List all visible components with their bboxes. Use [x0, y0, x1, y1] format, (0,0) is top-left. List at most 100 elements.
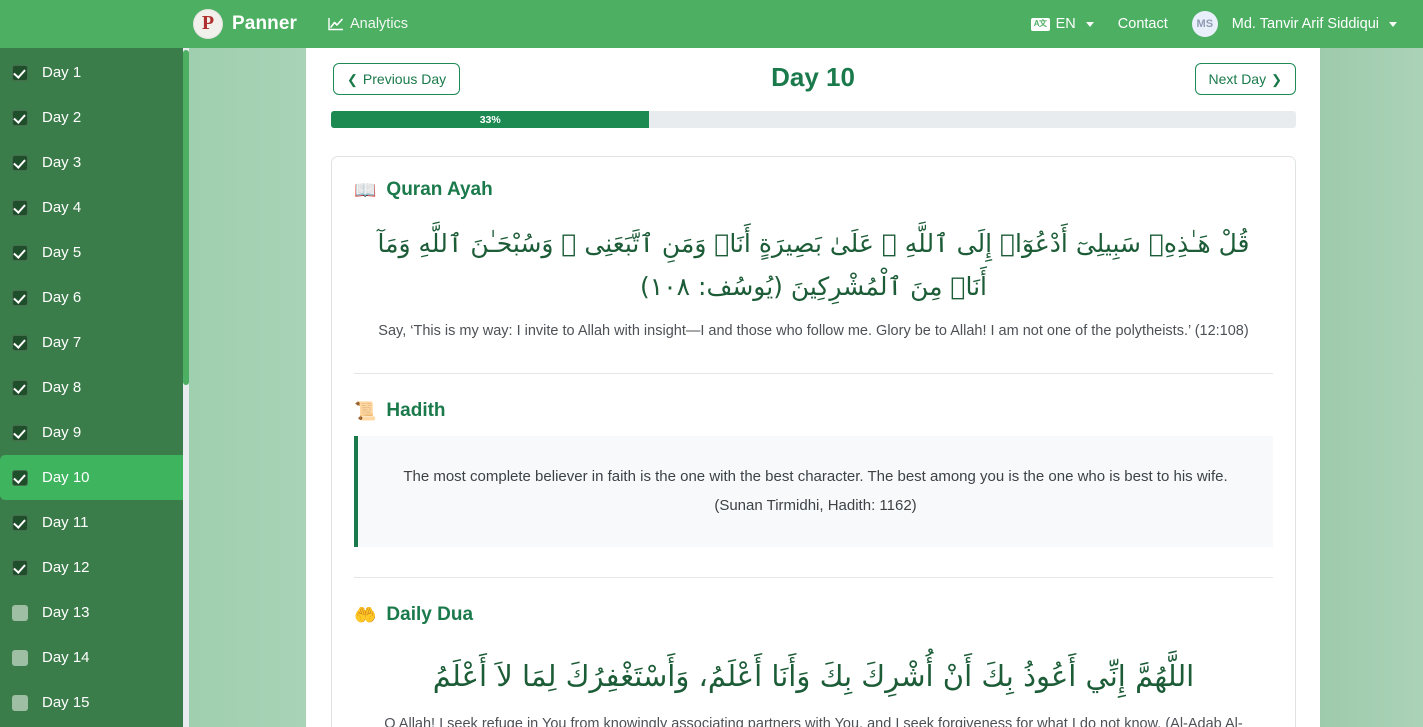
day-checkbox[interactable] — [12, 694, 28, 711]
day-checkbox[interactable] — [12, 559, 28, 576]
sidebar-item-label: Day 4 — [42, 199, 82, 216]
sidebar-item-day-5[interactable]: Day 5 — [0, 230, 189, 275]
day-checkbox[interactable] — [12, 199, 28, 216]
nav-link-analytics-label: Analytics — [350, 16, 409, 32]
section-divider — [354, 576, 1273, 578]
avatar: MS — [1191, 11, 1218, 37]
hadith-reference: (Sunan Tirmidhi, Hadith: 1162) — [714, 497, 917, 515]
day-checkbox[interactable] — [12, 109, 28, 126]
sidebar-item-day-11[interactable]: Day 11 — [0, 500, 189, 545]
sidebar-item-label: Day 8 — [42, 379, 82, 396]
sidebar-item-day-14[interactable]: Day 14 — [0, 635, 189, 680]
day-checkbox[interactable] — [12, 424, 28, 441]
day-content-card: 📖 Quran Ayah قُلْ هَـٰذِهِۦ سَبِيلِىٓ أَ… — [331, 156, 1296, 727]
next-day-button[interactable]: Next Day ❯ — [1194, 63, 1296, 95]
hadith-quote-box: The most complete believer in faith is t… — [354, 436, 1273, 547]
sidebar-item-label: Day 1 — [42, 64, 82, 81]
day-checkbox[interactable] — [12, 244, 28, 261]
sidebar-day-list: Day 1 Day 2 Day 3 Day 4 Day 5 Day 6 Day 7 Day 8… — [0, 48, 189, 725]
scroll-icon: 📜 — [354, 401, 377, 422]
quran-ayah-arabic: قُلْ هَـٰذِهِۦ سَبِيلِىٓ أَدْعُوٓا۟ إِلَ… — [377, 229, 1250, 301]
sidebar-item-label: Day 9 — [42, 424, 82, 441]
nav-link-contact[interactable]: Contact — [1106, 16, 1180, 32]
sidebar-item-label: Day 12 — [42, 559, 90, 576]
chart-line-icon — [328, 18, 344, 31]
daily-dua-arabic: اللَّهُمَّ إِنِّي أَعُوذُ بِكَ أَنْ أُشْ… — [432, 658, 1195, 693]
sidebar-item-label: Day 10 — [42, 469, 90, 486]
day-checkbox[interactable] — [12, 154, 28, 171]
quran-ayah-heading-label: Quran Ayah — [386, 179, 493, 200]
sidebar-item-day-1[interactable]: Day 1 — [0, 50, 189, 95]
sidebar-item-day-6[interactable]: Day 6 — [0, 275, 189, 320]
day-checkbox[interactable] — [12, 604, 28, 621]
day-navigation-header: ❮ Previous Day Day 10 Next Day ❯ — [306, 48, 1320, 100]
sidebar-item-label: Day 14 — [42, 649, 90, 666]
user-menu[interactable]: MS Md. Tanvir Arif Siddiqui — [1180, 11, 1409, 37]
chevron-left-icon: ❮ — [347, 71, 358, 87]
nav-link-contact-label: Contact — [1117, 16, 1168, 32]
day-checkbox[interactable] — [12, 379, 28, 396]
daily-dua-heading-label: Daily Dua — [386, 603, 474, 625]
hadith-section: 📜 Hadith The most complete believer in f… — [354, 400, 1273, 547]
sidebar-item-label: Day 6 — [42, 289, 82, 306]
hadith-text: The most complete believer in faith is t… — [403, 468, 1228, 486]
quran-ayah-heading: 📖 Quran Ayah — [354, 179, 1273, 201]
chevron-down-icon — [1085, 21, 1094, 27]
progress-percent-label: 33% — [479, 113, 501, 126]
sidebar-item-day-13[interactable]: Day 13 — [0, 590, 189, 635]
language-selector[interactable]: A文 EN — [1019, 16, 1106, 32]
sidebar-item-day-8[interactable]: Day 8 — [0, 365, 189, 410]
logo-letter: P — [201, 12, 215, 34]
daily-dua-heading: 🤲 Daily Dua — [354, 604, 1273, 626]
hadith-heading-label: Hadith — [386, 400, 446, 422]
brand-name: Panner — [232, 13, 298, 34]
language-label: EN — [1055, 16, 1076, 32]
section-divider — [354, 373, 1273, 375]
daily-dua-translation: O Allah! I seek refuge in You from knowi… — [384, 715, 1243, 727]
sidebar-item-day-7[interactable]: Day 7 — [0, 320, 189, 365]
sidebar-item-day-15[interactable]: Day 15 — [0, 680, 189, 725]
sidebar-item-label: Day 13 — [42, 604, 90, 621]
top-navbar: P Panner Analytics A文 EN Contact MS Md. … — [0, 0, 1423, 48]
nav-link-analytics[interactable]: Analytics — [328, 16, 408, 32]
chevron-right-icon: ❯ — [1271, 71, 1282, 87]
daily-dua-section: 🤲 Daily Dua اللَّهُمَّ إِنِّي أَعُوذُ بِ… — [354, 604, 1273, 727]
sidebar-item-label: Day 5 — [42, 244, 82, 261]
previous-day-button[interactable]: ❮ Previous Day — [333, 63, 461, 95]
user-name: Md. Tanvir Arif Siddiqui — [1231, 16, 1379, 32]
right-gutter — [1320, 48, 1423, 727]
left-gutter — [189, 48, 306, 727]
sidebar: Day 1 Day 2 Day 3 Day 4 Day 5 Day 6 Day 7 Day 8… — [0, 48, 189, 727]
day-checkbox[interactable] — [12, 289, 28, 306]
sidebar-item-day-10[interactable]: Day 10 — [0, 455, 189, 500]
chevron-down-icon — [1389, 21, 1397, 27]
hadith-heading: 📜 Hadith — [354, 400, 1273, 422]
sidebar-item-label: Day 3 — [42, 154, 82, 171]
progress-bar-fill: 33% — [331, 111, 650, 128]
sidebar-item-label: Day 2 — [42, 109, 82, 126]
day-checkbox[interactable] — [12, 334, 28, 351]
progress-bar-track: 33% — [331, 111, 1296, 128]
sidebar-item-day-4[interactable]: Day 4 — [0, 185, 189, 230]
sidebar-item-day-3[interactable]: Day 3 — [0, 140, 189, 185]
next-day-label: Next Day — [1208, 71, 1267, 87]
navbar-right-group: A文 EN Contact MS Md. Tanvir Arif Siddiqu… — [1019, 0, 1409, 48]
day-checkbox[interactable] — [12, 469, 28, 486]
praying-hands-icon: 🤲 — [354, 604, 377, 625]
sidebar-item-day-9[interactable]: Day 9 — [0, 410, 189, 455]
sidebar-item-label: Day 7 — [42, 334, 82, 351]
brand-block[interactable]: P Panner Analytics — [193, 0, 408, 48]
sidebar-item-label: Day 15 — [42, 694, 90, 711]
open-book-icon: 📖 — [354, 180, 377, 200]
main-content: ❮ Previous Day Day 10 Next Day ❯ 33% 📖 Q… — [306, 48, 1320, 727]
quran-ayah-translation: Say, ‘This is my way: I invite to Allah … — [378, 323, 1249, 339]
sidebar-item-label: Day 11 — [42, 514, 89, 531]
day-checkbox[interactable] — [12, 649, 28, 666]
sidebar-item-day-2[interactable]: Day 2 — [0, 95, 189, 140]
day-checkbox[interactable] — [12, 514, 28, 531]
day-checkbox[interactable] — [12, 64, 28, 81]
sidebar-scrollbar-thumb[interactable] — [183, 50, 189, 385]
previous-day-label: Previous Day — [362, 71, 447, 87]
sidebar-item-day-12[interactable]: Day 12 — [0, 545, 189, 590]
translate-icon: A文 — [1030, 17, 1050, 31]
